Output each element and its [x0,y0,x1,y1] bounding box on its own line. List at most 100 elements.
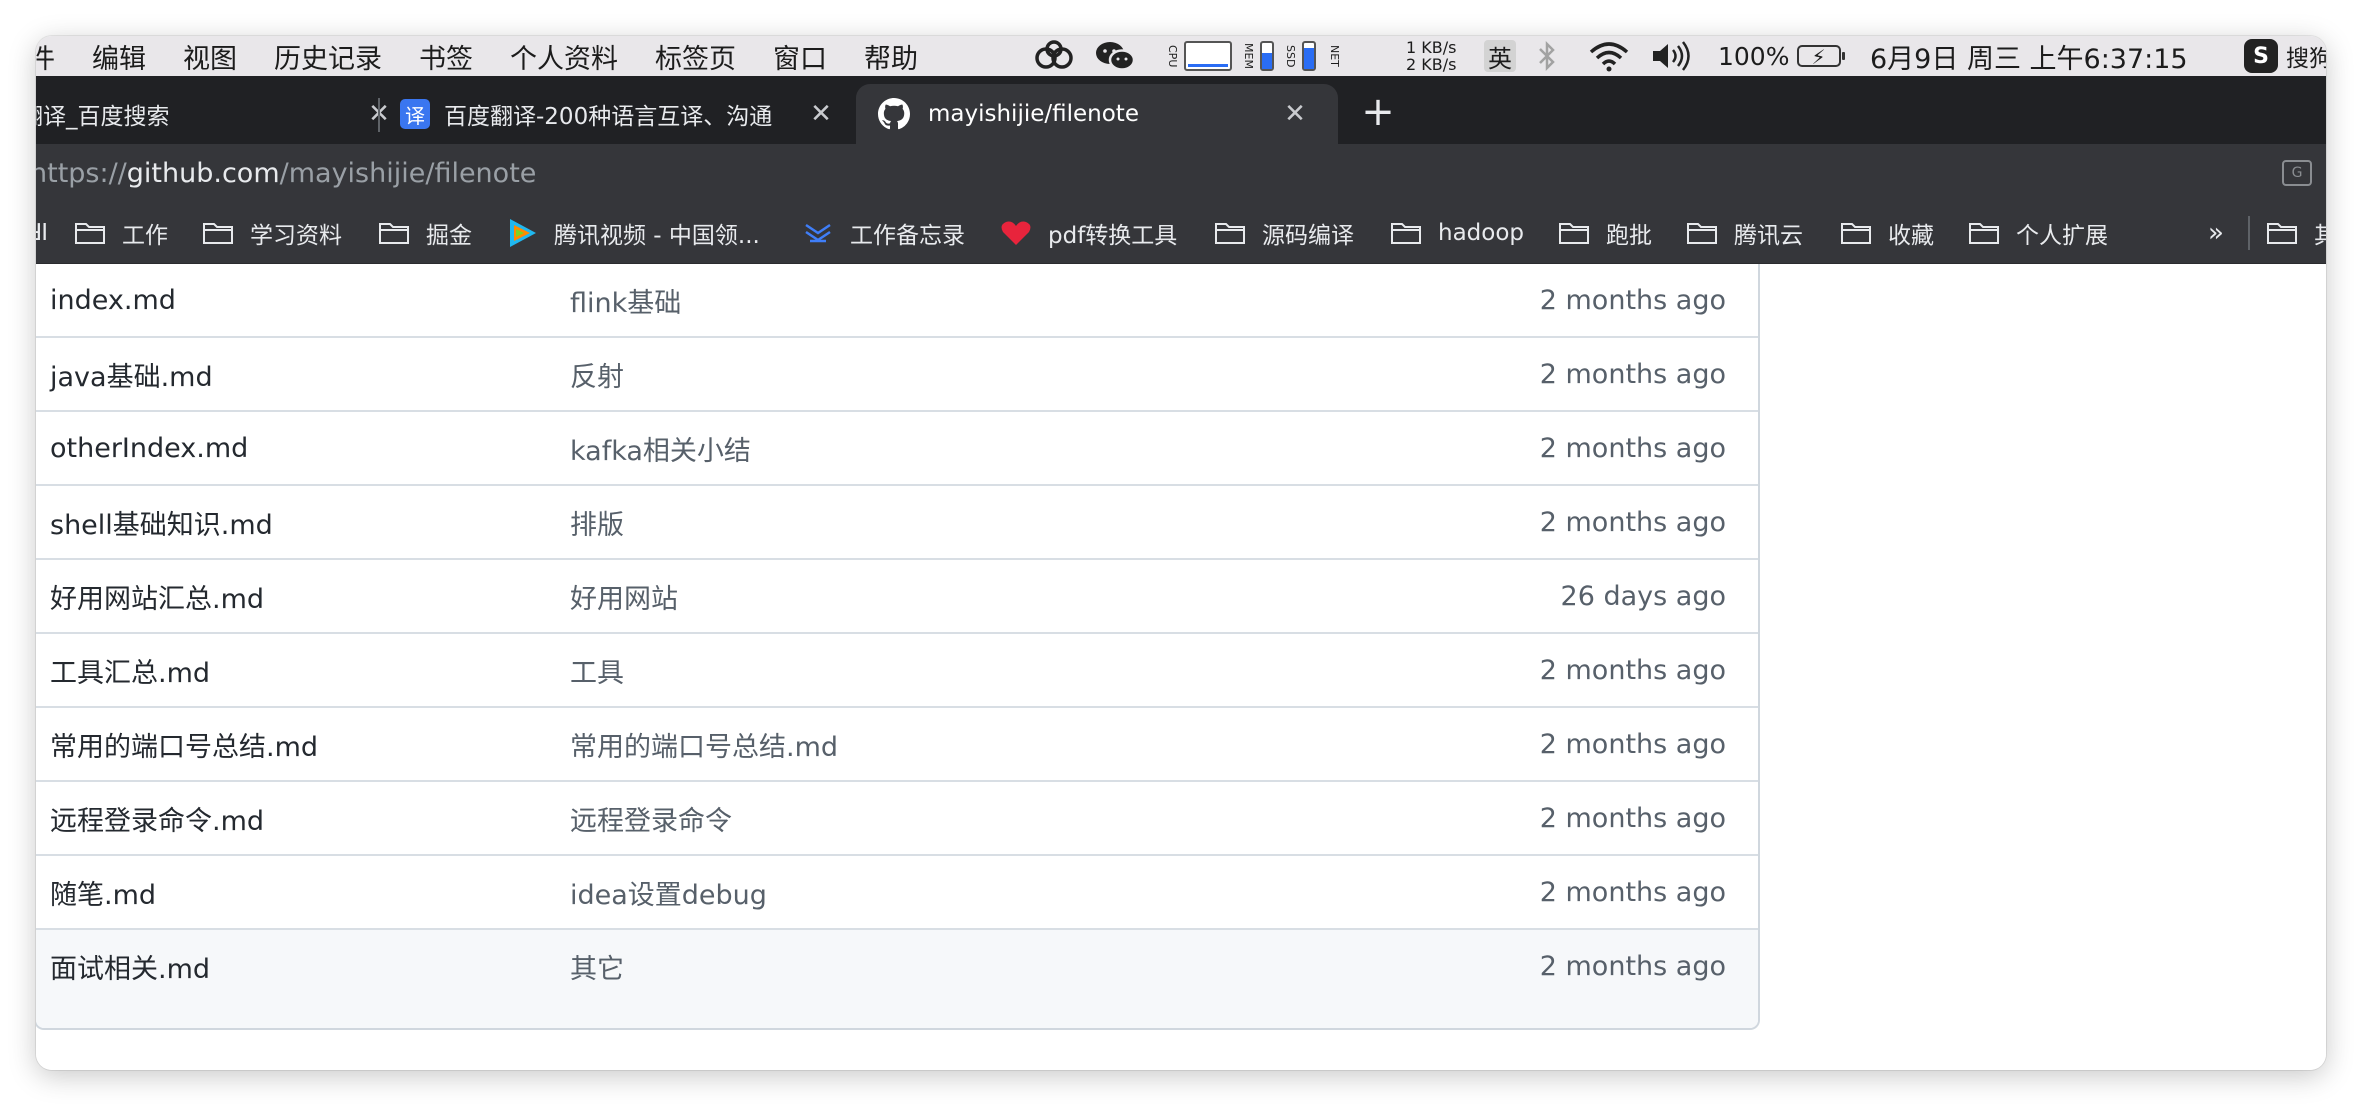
sogou-label: 搜狗拼音 [2286,46,2326,72]
bookmark-folder-favorites[interactable]: 收藏 [1840,202,1934,264]
file-row[interactable]: 远程登录命令.md 远程登录命令 2 months ago [36,780,1758,854]
menu-file[interactable]: 件 [36,37,55,76]
bookmark-folder-hadoop[interactable]: hadoop [1390,202,1524,264]
commit-message-link[interactable]: 远程登录命令 [570,782,732,854]
ssd-monitor[interactable]: SSD [1284,36,1316,76]
file-row[interactable]: 面试相关.md 其它 2 months ago [36,928,1758,1028]
file-row[interactable]: shell基础知识.md 排版 2 months ago [36,484,1758,558]
tab-close-icon[interactable]: ✕ [1280,99,1310,129]
bookmark-folder-source-build[interactable]: 源码编译 [1214,202,1354,264]
commit-message-link[interactable]: 反射 [570,338,624,410]
bookmarks-separator [2248,216,2250,250]
wifi-icon[interactable] [1588,36,1630,76]
file-name-link[interactable]: 好用网站汇总.md [50,560,264,632]
file-row[interactable]: 好用网站汇总.md 好用网站 26 days ago [36,558,1758,632]
menu-edit[interactable]: 编辑 [92,37,146,76]
file-row[interactable]: 常用的端口号总结.md 常用的端口号总结.md 2 months ago [36,706,1758,780]
bookmark-other[interactable]: 其 [2266,202,2326,264]
bookmark-folder-juejin[interactable]: 掘金 [378,202,472,264]
ime-label: 英 [1484,40,1516,73]
menu-tabs[interactable]: 标签页 [655,37,736,76]
commit-message-link[interactable]: 好用网站 [570,560,678,632]
menu-help[interactable]: 帮助 [864,37,918,76]
file-name-link[interactable]: java基础.md [50,338,213,410]
macos-menu-bar: 件 编辑 视图 历史记录 书签 个人资料 标签页 窗口 帮助 CPU MEM S… [36,36,2326,76]
input-method-indicator[interactable]: 英 [1484,36,1516,76]
bookmark-label: 工作 [122,223,168,249]
bookmark-folder-tencent-cloud[interactable]: 腾讯云 [1686,202,1803,264]
commit-message-link[interactable]: flink基础 [570,264,681,336]
file-row[interactable]: 工具汇总.md 工具 2 months ago [36,632,1758,706]
tab-title: mayishijie/filenote [928,101,1139,127]
file-row[interactable]: 随笔.md idea设置debug 2 months ago [36,854,1758,928]
folder-icon [2267,223,2297,244]
commit-message-link[interactable]: 其它 [570,930,624,1002]
bookmark-pdf-tool[interactable]: pdf转换工具 [1000,202,1177,264]
sogou-input-indicator[interactable]: S 搜狗拼音 [2244,36,2326,76]
net-monitor[interactable]: NET [1328,36,1341,76]
commit-message-link[interactable]: 常用的端口号总结.md [570,708,838,780]
network-speed[interactable]: 1 KB/s 2 KB/s [1406,36,1456,76]
file-name-link[interactable]: 随笔.md [50,856,156,928]
file-list: index.md flink基础 2 months ago java基础.md … [36,264,1760,1030]
file-name-link[interactable]: shell基础知识.md [50,486,273,558]
bookmark-tencent-video[interactable]: 腾讯视频 - 中国领... [506,202,760,264]
commit-message-link[interactable]: idea设置debug [570,856,767,928]
menu-view[interactable]: 视图 [183,37,237,76]
menu-history[interactable]: 历史记录 [274,37,382,76]
tab-close-icon[interactable]: ✕ [806,99,836,129]
page-content: index.md flink基础 2 months ago java基础.md … [36,264,2326,1070]
menu-window[interactable]: 窗口 [773,37,827,76]
file-row[interactable]: java基础.md 反射 2 months ago [36,336,1758,410]
bookmark-folder-work[interactable]: 工作 [74,202,168,264]
bookmark-label: hadoop [1438,220,1525,246]
menu-profiles[interactable]: 个人资料 [510,37,618,76]
battery-indicator[interactable]: 100% ⚡ [1718,36,1846,76]
tab-baidu-search[interactable]: 翻译_百度搜索 ✕ [36,84,410,144]
mem-label: MEM [1242,43,1255,69]
commit-message-link[interactable]: 排版 [570,486,624,558]
cpu-monitor[interactable]: CPU [1166,36,1232,76]
new-tab-button[interactable]: + [1356,92,1400,136]
bookmark-folder-study[interactable]: 学习资料 [202,202,342,264]
battery-charging-icon: ⚡ [1797,45,1846,69]
wechat-icon[interactable] [1094,36,1136,76]
memo-icon [805,223,831,243]
commit-message-link[interactable]: kafka相关小结 [570,412,751,484]
file-name-link[interactable]: 远程登录命令.md [50,782,264,854]
heart-icon [1001,221,1031,245]
bookmark-folder-batch[interactable]: 跑批 [1558,202,1652,264]
menubar-clock[interactable]: 6月9日 周三 上午6:37:15 [1870,36,2188,76]
bookmark-work-memo[interactable]: 工作备忘录 [802,202,965,264]
bluetooth-icon[interactable] [1536,36,1558,76]
file-row[interactable]: otherIndex.md kafka相关小结 2 months ago [36,410,1758,484]
file-name-link[interactable]: index.md [50,264,176,336]
volume-icon[interactable] [1650,36,1694,76]
file-name-link[interactable]: 工具汇总.md [50,634,210,706]
file-row[interactable]: index.md flink基础 2 months ago [36,264,1758,338]
github-icon [878,98,910,130]
tab-baidu-translate[interactable]: 译 百度翻译-200种语言互译、沟通 ✕ [400,84,880,144]
folder-icon [75,223,105,244]
bookmark-label: 工作备忘录 [850,223,965,249]
folder-icon [1841,223,1871,244]
folder-icon [379,223,409,244]
baidu-netdisk-icon[interactable] [1034,36,1074,76]
mem-monitor[interactable]: MEM [1242,36,1274,76]
translate-page-icon[interactable]: G [2282,160,2312,186]
menu-bookmarks[interactable]: 书签 [419,37,473,76]
tab-strip: 翻译_百度搜索 ✕ 译 百度翻译-200种语言互译、沟通 ✕ mayishiji… [36,76,2326,144]
bookmark-folder-extensions[interactable]: 个人扩展 [1968,202,2108,264]
cpu-graph [1184,41,1232,71]
commit-message-link[interactable]: 工具 [570,634,624,706]
file-name-link[interactable]: 常用的端口号总结.md [50,708,318,780]
bookmark-clipped[interactable]: ℲI [36,202,48,264]
commit-age: 2 months ago [1539,432,1726,464]
address-bar[interactable]: https://github.com/mayishijie/filenote [36,144,536,202]
commit-age: 2 months ago [1539,284,1726,316]
file-name-link[interactable]: 面试相关.md [50,930,210,1002]
bookmarks-overflow-button[interactable]: » [2208,202,2224,264]
tab-github-filenote[interactable]: mayishijie/filenote ✕ [856,84,1338,144]
file-name-link[interactable]: otherIndex.md [50,412,248,484]
folder-icon [1559,223,1589,244]
